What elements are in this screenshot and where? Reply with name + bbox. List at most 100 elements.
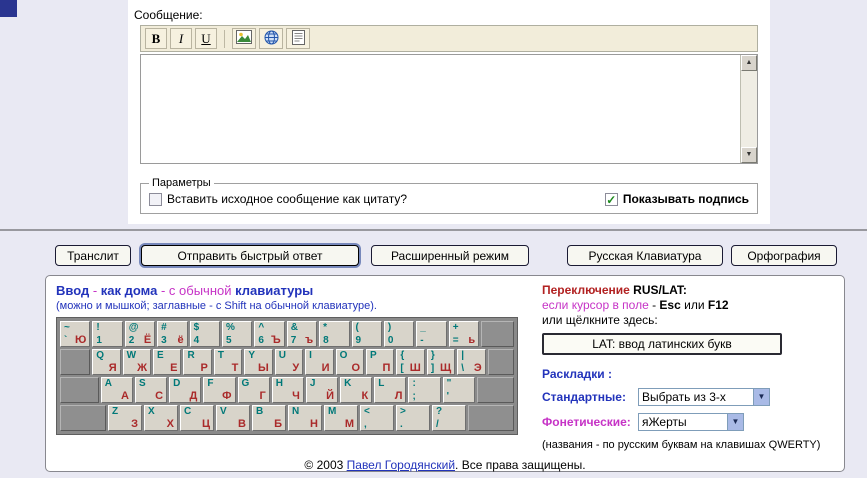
scroll-down-icon[interactable]: ▼ [741, 147, 757, 163]
key-4[interactable]: $4 [189, 321, 220, 347]
key-ё[interactable]: #3 ё [157, 321, 188, 347]
key-С[interactable]: SС [134, 377, 168, 403]
key-Г[interactable]: GГ [237, 377, 270, 403]
message-textarea[interactable] [141, 55, 740, 163]
spelling-button[interactable]: Орфография [731, 245, 837, 266]
send-quick-reply-button[interactable]: Отправить быстрый ответ [141, 245, 359, 266]
key-Р[interactable]: RР [183, 349, 212, 375]
text-segment: как дома [100, 283, 158, 298]
modifier-key[interactable] [481, 321, 515, 347]
key-Д[interactable]: DД [169, 377, 202, 403]
key-Е[interactable]: EЕ [153, 349, 182, 375]
insert-image-button[interactable] [232, 28, 256, 49]
textarea-scrollbar[interactable]: ▲ ▼ [740, 55, 757, 163]
key-Й[interactable]: JЙ [305, 377, 339, 403]
quote-checkbox[interactable] [149, 192, 162, 206]
key-ъ[interactable]: & 7 ъ [286, 321, 318, 347]
key-Б[interactable]: BБ [252, 405, 286, 431]
key-cyrillic-label: Щ [440, 362, 452, 374]
message-form: Сообщение: B I U ▲ ▼ Параметры Вставить … [128, 0, 770, 224]
format-toolbar: B I U [140, 25, 758, 52]
modifier-key[interactable] [468, 405, 514, 431]
key-В[interactable]: VВ [216, 405, 250, 431]
key-latin-label: 9 [355, 335, 362, 346]
insert-quote-button[interactable] [286, 28, 310, 49]
key-0[interactable]: ) 0 [383, 321, 415, 347]
key-К[interactable]: KК [340, 377, 373, 403]
key-ь[interactable]: + = ь [448, 321, 480, 347]
key-9[interactable]: (9 [351, 321, 382, 347]
modifier-key[interactable] [476, 377, 514, 403]
underline-button[interactable]: U [195, 28, 217, 49]
key-Ч[interactable]: HЧ [271, 377, 304, 403]
key-У[interactable]: UУ [274, 349, 304, 375]
russian-keyboard-button[interactable]: Русская Клавиатура [567, 245, 723, 266]
key-latin-label: - [420, 335, 424, 346]
key-Ю[interactable]: ~ ` Ю [60, 321, 91, 347]
key-З[interactable]: ZЗ [108, 405, 142, 431]
key-Щ[interactable]: }] Щ [426, 349, 456, 375]
key-,[interactable]: <, [360, 405, 394, 431]
key-'[interactable]: " ' [442, 377, 475, 403]
key-Э[interactable]: | \ Э [457, 349, 486, 375]
signature-checkbox-row[interactable]: ✓ Показывать подпись [604, 192, 749, 206]
lat-toggle-button[interactable]: LAT: ввод латинских букв [542, 333, 782, 355]
key-Н[interactable]: NН [288, 405, 322, 431]
key-Ш[interactable]: {[Ш [396, 349, 425, 375]
key-cyrillic-label: О [351, 362, 360, 374]
intro-heading: Ввод - как дома - с обычной клавиатуры [56, 283, 528, 298]
chevron-down-icon[interactable]: ▼ [727, 414, 743, 430]
keyboard-row: A А S С D Д F Ф G Г H Ч J Й K К L Л:; " ' [59, 376, 515, 404]
switch-click-hint: или щёлкните здесь: [542, 313, 658, 327]
key-/[interactable]: ? / [432, 405, 466, 431]
key-Ы[interactable]: YЫ [244, 349, 273, 375]
insert-link-button[interactable] [259, 28, 283, 49]
scrollbar-track[interactable] [741, 71, 757, 147]
modifier-key[interactable] [487, 349, 514, 375]
scroll-up-icon[interactable]: ▲ [741, 55, 757, 71]
key-Т[interactable]: TТ [213, 349, 243, 375]
key-cyrillic-label: Ъ [271, 334, 281, 346]
key-latin-label: ! [96, 322, 100, 333]
key--[interactable]: _ - [416, 321, 447, 347]
quote-checkbox-row[interactable]: Вставить исходное сообщение как цитату? [149, 192, 407, 206]
key-М[interactable]: MМ [324, 405, 358, 431]
key-Л[interactable]: LЛ [374, 377, 407, 403]
translit-button[interactable]: Транслит [55, 245, 131, 266]
signature-checkbox[interactable]: ✓ [604, 192, 618, 206]
key-А[interactable]: AА [100, 377, 133, 403]
phonetic-layout-select[interactable]: яЖерты ▼ [638, 413, 744, 431]
italic-button[interactable]: I [170, 28, 192, 49]
key-И[interactable]: IИ [305, 349, 334, 375]
key-О[interactable]: OО [335, 349, 364, 375]
key-Я[interactable]: QЯ [92, 349, 121, 375]
key-Х[interactable]: XХ [144, 405, 178, 431]
key-latin-label: 0 [387, 335, 394, 346]
chevron-down-icon[interactable]: ▼ [753, 389, 769, 405]
key-Ф[interactable]: FФ [203, 377, 236, 403]
standard-layout-select[interactable]: Выбрать из 3-х ▼ [638, 388, 770, 406]
key-Ц[interactable]: CЦ [180, 405, 214, 431]
key-cyrillic-label: К [361, 390, 369, 402]
key-.[interactable]: >. [396, 405, 430, 431]
text-segment: RUS/LAT: [633, 283, 687, 297]
toolbar-separator [224, 29, 225, 48]
bold-button[interactable]: B [145, 28, 167, 49]
key-Ё[interactable]: @2 Ё [124, 321, 156, 347]
key-1[interactable]: ! 1 [92, 321, 123, 347]
key-5[interactable]: % 5 [221, 321, 253, 347]
extended-mode-button[interactable]: Расширенный режим [371, 245, 529, 266]
modifier-key[interactable] [60, 405, 106, 431]
key-П[interactable]: PП [366, 349, 395, 375]
key-;[interactable]: :; [408, 377, 441, 403]
modifier-key[interactable] [60, 349, 91, 375]
modifier-key[interactable] [60, 377, 99, 403]
key-cyrillic-label: С [155, 390, 164, 402]
key-latin-label: = [452, 335, 459, 346]
key-Ъ[interactable]: ^ 6 Ъ [254, 321, 285, 347]
key-Ж[interactable]: WЖ [122, 349, 152, 375]
key-latin-label: ~ [64, 322, 70, 333]
author-link[interactable]: Павел Городянский [347, 458, 455, 472]
key-8[interactable]: * 8 [319, 321, 350, 347]
key-latin-label: R [187, 350, 195, 361]
